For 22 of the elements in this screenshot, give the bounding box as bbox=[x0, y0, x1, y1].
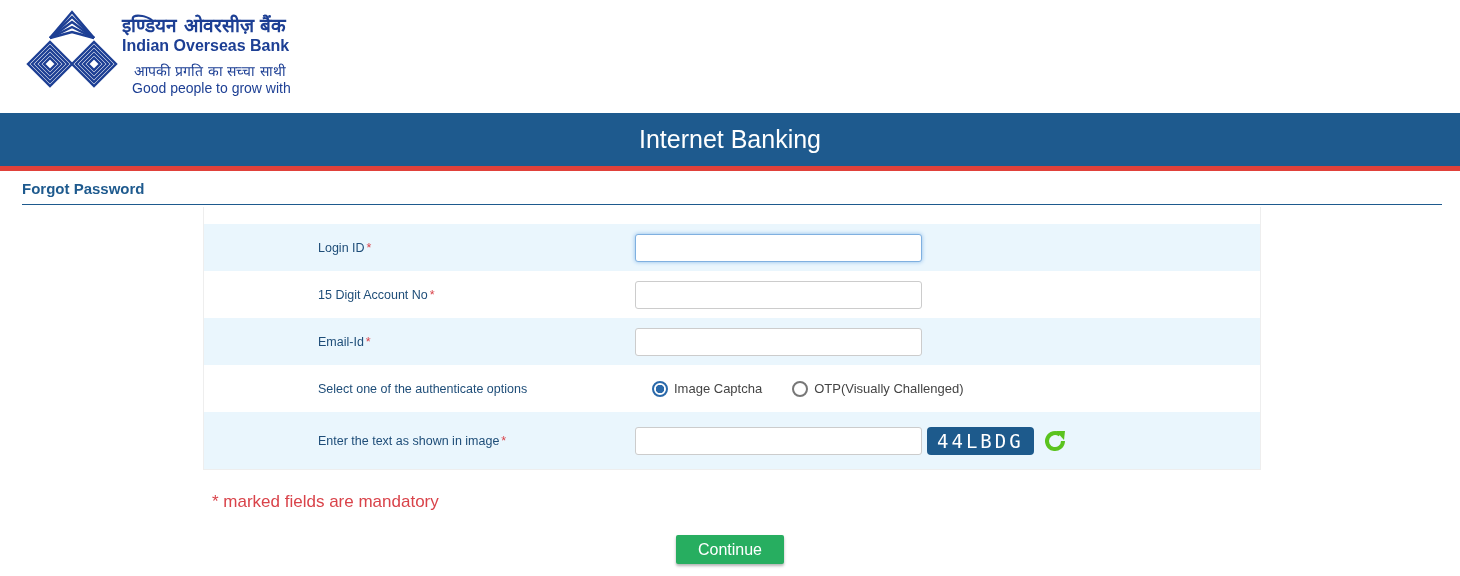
radio-button[interactable] bbox=[652, 380, 668, 397]
field-label: Select one of the authenticate options bbox=[318, 381, 529, 396]
input-field[interactable] bbox=[635, 426, 922, 455]
radio-label: Image Captcha bbox=[674, 381, 763, 396]
tagline: Good people to grow with bbox=[132, 80, 291, 96]
field-label: Email-Id * bbox=[318, 334, 372, 349]
continue-button[interactable]: Continue bbox=[676, 535, 784, 564]
input-field[interactable] bbox=[635, 233, 922, 262]
input-field[interactable] bbox=[635, 280, 922, 309]
radio-button[interactable] bbox=[792, 380, 809, 397]
captcha-image: 44LBDG bbox=[927, 426, 1034, 455]
radio-label: OTP(Visually Challenged) bbox=[814, 381, 964, 396]
field-label: Enter the text as shown in image * bbox=[318, 433, 508, 448]
page-title: Forgot Password bbox=[22, 180, 145, 197]
bank-name-hindi: इण्डियन ओवरसीज़ बैंक bbox=[122, 14, 288, 36]
mandatory-note: * marked fields are mandatory bbox=[212, 492, 439, 511]
field-label: 15 Digit Account No * bbox=[318, 287, 436, 302]
field-label: Login ID * bbox=[318, 240, 373, 255]
bank-name: Indian Overseas Bank bbox=[122, 36, 291, 56]
tagline-hindi: आपकी प्रगति का सच्चा साथी bbox=[134, 62, 287, 80]
header-title: Internet Banking bbox=[638, 125, 822, 154]
input-field[interactable] bbox=[635, 327, 922, 356]
